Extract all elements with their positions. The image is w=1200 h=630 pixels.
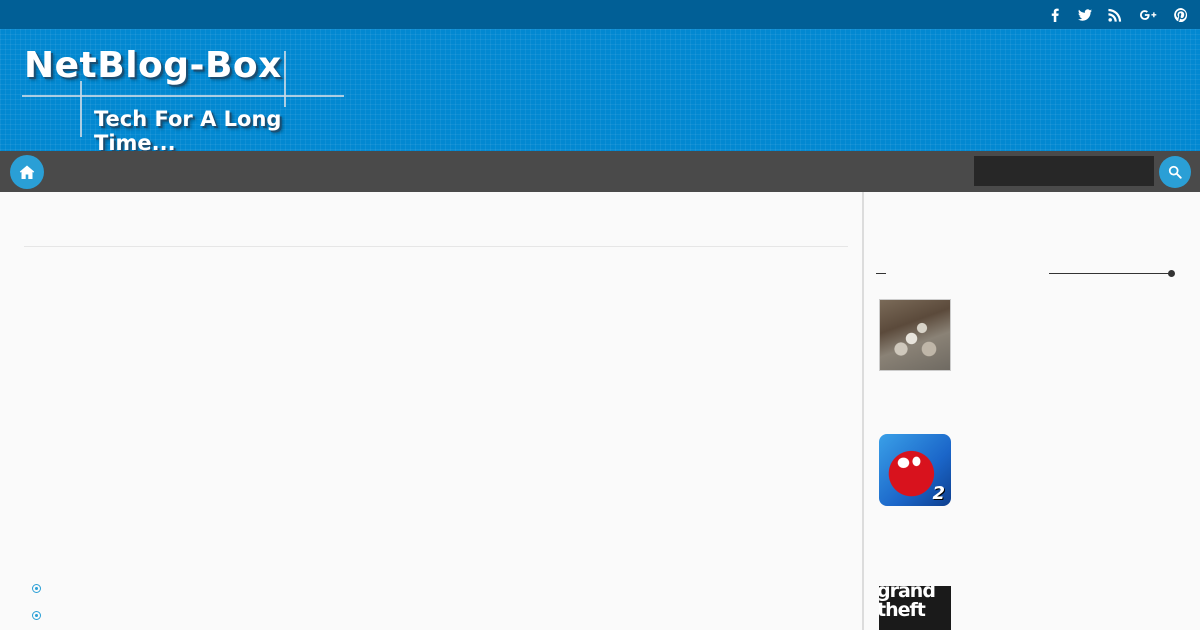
social-links [1048, 0, 1188, 29]
logo-rule [284, 51, 286, 107]
title-line-left [876, 273, 886, 274]
sidebar: 2 grand theft [864, 192, 1200, 630]
home-button[interactable] [10, 155, 44, 189]
bullet-icon [32, 584, 41, 593]
pinterest-icon[interactable] [1174, 7, 1188, 22]
search-button[interactable] [1159, 156, 1191, 188]
twitter-icon[interactable] [1078, 8, 1092, 22]
widget-title-rule [876, 270, 1176, 278]
site-tagline: Tech For A Long Time... [94, 107, 282, 155]
list-item[interactable] [32, 602, 41, 629]
home-icon [19, 165, 35, 179]
thumbnail-badge: 2 [932, 483, 945, 504]
google-plus-icon[interactable] [1138, 8, 1158, 22]
main-content [0, 192, 862, 630]
spiderman-thumbnail[interactable]: 2 [879, 434, 951, 506]
site-logo[interactable]: NetBlog-Box Tech For A Long Time... [20, 41, 365, 155]
post-meta-list [32, 575, 41, 629]
money-pile-thumbnail[interactable] [879, 299, 951, 371]
rss-icon[interactable] [1108, 8, 1122, 22]
gta-thumbnail[interactable]: grand theft [879, 586, 951, 630]
content-divider [24, 246, 848, 247]
list-item[interactable] [32, 575, 41, 602]
bullet-icon [32, 611, 41, 620]
title-dot [1168, 270, 1175, 277]
logo-rule [80, 81, 82, 137]
thumbnail-logo-text: grand theft [879, 586, 936, 621]
logo-rule [22, 95, 344, 97]
top-bar [0, 0, 1200, 29]
site-header: NetBlog-Box Tech For A Long Time... [0, 29, 1200, 155]
site-title: NetBlog-Box [24, 45, 282, 86]
title-line-right [1049, 273, 1171, 274]
facebook-icon[interactable] [1048, 8, 1062, 22]
main-navigation [0, 151, 1200, 192]
search-icon [1168, 165, 1182, 179]
search-input[interactable] [974, 156, 1154, 186]
